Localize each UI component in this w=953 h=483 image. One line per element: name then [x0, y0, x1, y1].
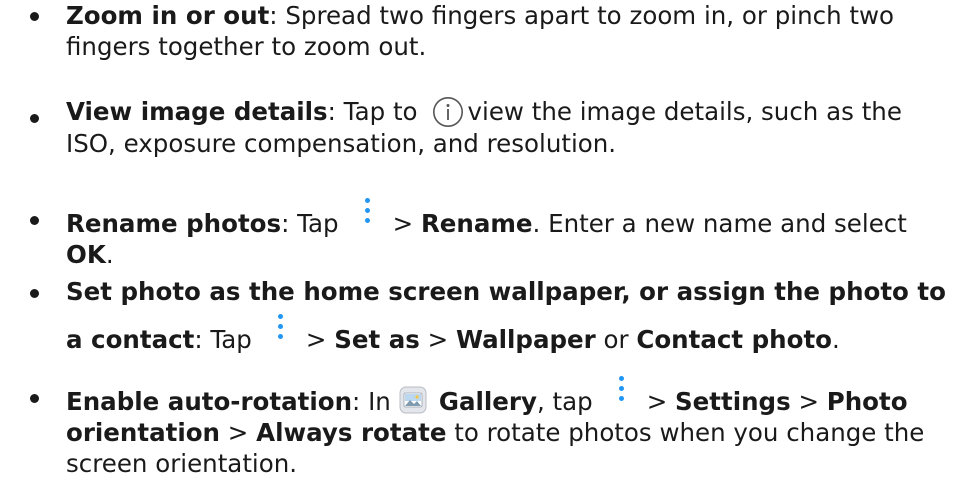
- more-options-icon: [617, 376, 627, 406]
- more-options-icon: [363, 198, 373, 228]
- bullet: [30, 216, 39, 225]
- item-title: Rename photos: [66, 209, 282, 238]
- item-title: Zoom in or out: [66, 1, 270, 30]
- menu-option-wallpaper: Wallpaper: [455, 325, 596, 354]
- menu-option-always-rotate: Always rotate: [256, 418, 447, 447]
- item-body: : Tap: [281, 209, 339, 238]
- item-body: : Tap: [194, 325, 252, 354]
- gallery-app-icon: [399, 386, 427, 414]
- item-text: Zoom in or out: Spread two fingers apart…: [66, 0, 946, 62]
- item-text: View image details: Tap to view the image…: [66, 96, 946, 159]
- menu-option-settings: Settings: [675, 387, 791, 416]
- bullet: [30, 289, 39, 298]
- item-body: : Tap to: [327, 97, 418, 126]
- item-text: Set photo as the home screen wallpaper, …: [66, 277, 946, 354]
- menu-option-set-as: Set as: [334, 325, 420, 354]
- info-icon: [432, 96, 464, 128]
- gallery-label: Gallery: [438, 387, 537, 416]
- item-text: Rename photos: Tap > Rename. Enter a new …: [66, 198, 946, 270]
- menu-option-rename: Rename: [420, 209, 533, 238]
- item-text: Enable auto-rotation: In Gallery, tap > Se…: [66, 376, 946, 479]
- item-title: Enable auto-rotation: [66, 387, 353, 416]
- more-options-icon: [276, 314, 286, 344]
- instructions-list: Zoom in or out: Spread two fingers apart…: [0, 0, 953, 483]
- item-title: View image details: [66, 97, 328, 126]
- bullet: [30, 114, 39, 123]
- ok-label: OK: [66, 240, 106, 269]
- item-body: : In: [352, 387, 391, 416]
- bullet: [30, 394, 39, 403]
- bullet: [30, 12, 39, 21]
- menu-option-contact-photo: Contact photo: [636, 325, 832, 354]
